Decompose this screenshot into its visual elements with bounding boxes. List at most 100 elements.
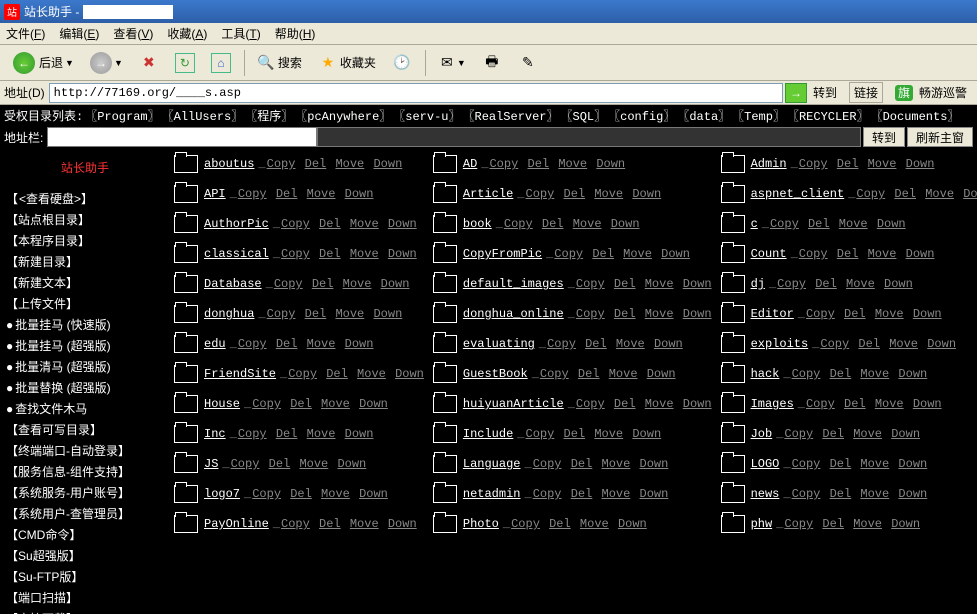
- sidebar-item[interactable]: 系统用户-查管理员: [2, 503, 168, 524]
- folder-action-move[interactable]: Move: [875, 397, 904, 411]
- stop-button[interactable]: ✖: [132, 49, 166, 77]
- back-button[interactable]: ← 后退 ▼: [6, 49, 81, 77]
- folder-name[interactable]: JS: [204, 457, 218, 471]
- folder-action-down[interactable]: Down: [388, 517, 417, 531]
- path-input[interactable]: [47, 127, 317, 147]
- folder-action-del[interactable]: Del: [564, 187, 586, 201]
- folder-icon[interactable]: [174, 155, 198, 173]
- sidebar-item[interactable]: 端口扫描: [2, 587, 168, 608]
- search-button[interactable]: 🔍 搜索: [249, 49, 309, 77]
- folder-action-move[interactable]: Move: [602, 457, 631, 471]
- folder-name[interactable]: PayOnline: [204, 517, 269, 531]
- folder-action-move[interactable]: Move: [645, 307, 674, 321]
- folder-action-down[interactable]: Down: [906, 247, 935, 261]
- folder-name[interactable]: FriendSite: [204, 367, 276, 381]
- folder-name[interactable]: news: [751, 487, 780, 501]
- folder-icon[interactable]: [433, 275, 457, 293]
- folder-action-move[interactable]: Move: [307, 427, 336, 441]
- sidebar-item[interactable]: 批量挂马 (快速版): [2, 314, 168, 335]
- folder-icon[interactable]: [174, 305, 198, 323]
- folder-icon[interactable]: [174, 515, 198, 533]
- folder-action-down[interactable]: Down: [337, 457, 366, 471]
- folder-action-del[interactable]: Del: [585, 337, 607, 351]
- folder-action-copy[interactable]: Copy: [238, 187, 267, 201]
- sidebar-item[interactable]: 系统服务-用户账号: [2, 482, 168, 503]
- quick-dir-link[interactable]: 〖pcAnywhere〗: [295, 107, 391, 124]
- folder-action-del[interactable]: Del: [578, 367, 600, 381]
- folder-action-copy[interactable]: Copy: [526, 187, 555, 201]
- folder-action-copy[interactable]: Copy: [231, 457, 260, 471]
- folder-name[interactable]: Photo: [463, 517, 499, 531]
- folder-name[interactable]: donghua_online: [463, 307, 564, 321]
- quick-dir-link[interactable]: 〖Program〗: [85, 107, 159, 124]
- folder-action-copy[interactable]: Copy: [274, 277, 303, 291]
- folder-action-move[interactable]: Move: [350, 247, 379, 261]
- folder-icon[interactable]: [174, 245, 198, 263]
- folder-action-down[interactable]: Down: [359, 397, 388, 411]
- sidebar-item[interactable]: 直接下载: [2, 608, 168, 614]
- menu-item[interactable]: 帮助(H): [275, 25, 316, 42]
- quick-dir-link[interactable]: 〖Documents〗: [871, 107, 960, 124]
- folder-name[interactable]: AD: [463, 157, 477, 171]
- sidebar-item[interactable]: 查看可写目录: [2, 419, 168, 440]
- folder-action-down[interactable]: Down: [345, 427, 374, 441]
- folder-icon[interactable]: [174, 185, 198, 203]
- folder-action-move[interactable]: Move: [357, 367, 386, 381]
- folder-action-del[interactable]: Del: [614, 307, 636, 321]
- folder-action-down[interactable]: Down: [345, 337, 374, 351]
- sidebar-item[interactable]: 新建目录: [2, 251, 168, 272]
- quick-dir-link[interactable]: 〖serv-u〗: [393, 107, 460, 124]
- quick-dir-link[interactable]: 〖AllUsers〗: [162, 107, 244, 124]
- folder-icon[interactable]: [433, 485, 457, 503]
- folder-action-del[interactable]: Del: [326, 367, 348, 381]
- folder-action-del[interactable]: Del: [815, 277, 837, 291]
- folder-action-del[interactable]: Del: [319, 217, 341, 231]
- folder-action-copy[interactable]: Copy: [554, 247, 583, 261]
- folder-action-down[interactable]: Down: [632, 187, 661, 201]
- folder-action-down[interactable]: Down: [683, 307, 712, 321]
- folder-action-del[interactable]: Del: [276, 337, 298, 351]
- sidebar-item[interactable]: 查找文件木马: [2, 398, 168, 419]
- sidebar-item[interactable]: 上传文件: [2, 293, 168, 314]
- folder-icon[interactable]: [721, 245, 745, 263]
- folder-action-del[interactable]: Del: [290, 397, 312, 411]
- folder-action-move[interactable]: Move: [875, 307, 904, 321]
- folder-icon[interactable]: [721, 425, 745, 443]
- sidebar-item[interactable]: 终端端口-自动登录: [2, 440, 168, 461]
- folder-action-move[interactable]: Move: [616, 337, 645, 351]
- folder-action-move[interactable]: Move: [580, 517, 609, 531]
- folder-action-down[interactable]: Down: [898, 487, 927, 501]
- folder-action-down[interactable]: Down: [898, 457, 927, 471]
- sidebar-item[interactable]: 批量挂马 (超强版): [2, 335, 168, 356]
- refresh-button[interactable]: ↻: [168, 49, 202, 77]
- folder-icon[interactable]: [721, 305, 745, 323]
- folder-action-down[interactable]: Down: [359, 487, 388, 501]
- folder-action-del[interactable]: Del: [571, 487, 593, 501]
- folder-action-move[interactable]: Move: [860, 487, 889, 501]
- folder-action-copy[interactable]: Copy: [489, 157, 518, 171]
- folder-icon[interactable]: [174, 395, 198, 413]
- folder-action-del[interactable]: Del: [312, 277, 334, 291]
- folder-action-copy[interactable]: Copy: [576, 397, 605, 411]
- folder-name[interactable]: dj: [751, 277, 765, 291]
- folder-action-del[interactable]: Del: [830, 457, 852, 471]
- sidebar-item[interactable]: 站点根目录: [2, 209, 168, 230]
- folder-action-copy[interactable]: Copy: [267, 157, 296, 171]
- folder-name[interactable]: Language: [463, 457, 521, 471]
- folder-action-down[interactable]: Down: [891, 427, 920, 441]
- folder-action-del[interactable]: Del: [305, 157, 327, 171]
- folder-name[interactable]: exploits: [751, 337, 809, 351]
- folder-icon[interactable]: [433, 155, 457, 173]
- folder-action-move[interactable]: Move: [645, 397, 674, 411]
- folder-action-del[interactable]: Del: [808, 217, 830, 231]
- quick-dir-link[interactable]: 〖config〗: [608, 107, 675, 124]
- folder-icon[interactable]: [721, 335, 745, 353]
- folder-action-move[interactable]: Move: [889, 337, 918, 351]
- folder-action-down[interactable]: Down: [618, 517, 647, 531]
- sidebar-item[interactable]: 服务信息-组件支持: [2, 461, 168, 482]
- folder-action-down[interactable]: Down: [898, 367, 927, 381]
- folder-action-del[interactable]: Del: [844, 307, 866, 321]
- folder-action-del[interactable]: Del: [319, 517, 341, 531]
- folder-action-down[interactable]: Down: [884, 277, 913, 291]
- folder-action-down[interactable]: Down: [388, 217, 417, 231]
